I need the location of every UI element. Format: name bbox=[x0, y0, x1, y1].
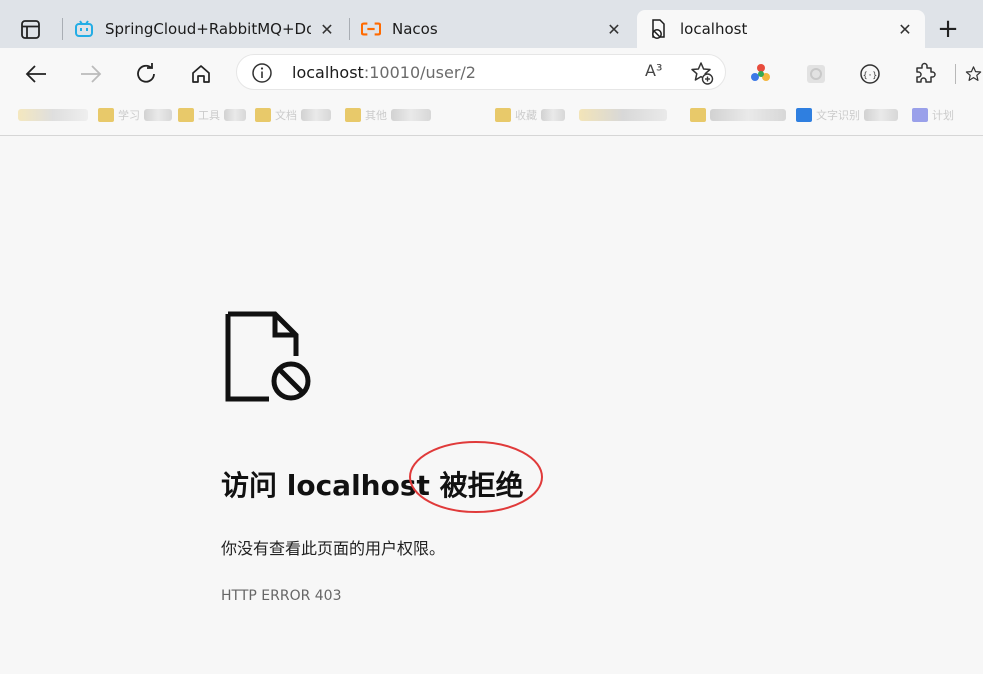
favorite-label: 计划 bbox=[932, 109, 954, 122]
close-tab-icon[interactable]: ✕ bbox=[895, 19, 915, 39]
access-denied-icon bbox=[225, 311, 311, 402]
back-button[interactable] bbox=[21, 59, 51, 89]
bilibili-icon bbox=[74, 19, 94, 39]
error-page: 访问 localhost 被拒绝 你没有查看此页面的用户权限。 HTTP ERR… bbox=[0, 137, 983, 674]
extension-colorful-button[interactable] bbox=[746, 59, 776, 89]
close-tab-icon[interactable]: ✕ bbox=[317, 19, 337, 39]
folder-icon bbox=[98, 108, 114, 122]
tab-localhost[interactable]: localhost ✕ bbox=[637, 10, 925, 48]
link-icon bbox=[912, 108, 928, 122]
tab-actions-button[interactable] bbox=[16, 15, 46, 45]
favorite-blurred-label bbox=[391, 109, 431, 121]
favorite-blurred-label bbox=[224, 109, 246, 121]
favorite-folder[interactable]: 其他 bbox=[345, 106, 431, 124]
tab-title: Nacos bbox=[392, 20, 438, 38]
extensions-button[interactable] bbox=[910, 59, 940, 89]
refresh-icon bbox=[137, 63, 155, 83]
folder-icon bbox=[495, 108, 511, 122]
folder-icon bbox=[178, 108, 194, 122]
extension-icon bbox=[751, 64, 770, 81]
folder-icon bbox=[255, 108, 271, 122]
favorite-folder[interactable]: 学习 bbox=[98, 106, 172, 124]
favorite-label: 收藏 bbox=[515, 109, 537, 122]
error-description: 你没有查看此页面的用户权限。 bbox=[221, 539, 446, 558]
favorites-star-icon bbox=[965, 66, 982, 81]
favorite-folder[interactable]: 文档 bbox=[255, 106, 331, 124]
tab-springcloud[interactable]: SpringCloud+RabbitMQ+Docke ✕ bbox=[62, 10, 347, 48]
extension-gray-icon bbox=[807, 65, 825, 83]
favorite-blurred-label bbox=[541, 109, 565, 121]
tab-nacos[interactable]: Nacos ✕ bbox=[349, 10, 634, 48]
favorite-item[interactable] bbox=[14, 106, 88, 124]
favorite-folder[interactable]: 工具 bbox=[178, 106, 246, 124]
url-path: :10010/user/2 bbox=[363, 63, 476, 82]
puzzle-icon bbox=[916, 62, 936, 83]
back-arrow-icon bbox=[25, 65, 46, 83]
url-text[interactable]: localhost:10010/user/2 bbox=[292, 63, 476, 82]
favorite-blurred-label bbox=[710, 109, 786, 121]
favorite-blurred-label bbox=[579, 109, 667, 121]
favorites-bar: 学习 工具 文档 其他 收藏 文字识别 计划 bbox=[0, 98, 983, 136]
site-info-icon[interactable] bbox=[251, 62, 273, 84]
toolbar: localhost:10010/user/2 A³ {·} bbox=[0, 48, 983, 98]
tab-title: SpringCloud+RabbitMQ+Docke bbox=[105, 20, 311, 38]
favorite-label: 其他 bbox=[365, 109, 387, 122]
favorite-blurred-label bbox=[18, 109, 88, 121]
url-host: localhost bbox=[292, 63, 364, 82]
favorite-blurred-label bbox=[301, 109, 331, 121]
blocked-page-icon bbox=[649, 19, 669, 39]
favorite-link[interactable]: 文字识别 bbox=[796, 106, 898, 124]
tab-title: localhost bbox=[680, 20, 748, 38]
folder-icon bbox=[690, 108, 706, 122]
favorite-item[interactable] bbox=[575, 106, 667, 124]
new-tab-button[interactable]: + bbox=[933, 16, 963, 46]
home-icon bbox=[192, 65, 210, 83]
toolbar-separator bbox=[955, 64, 956, 84]
svg-text:{·}: {·} bbox=[863, 71, 877, 80]
favorites-button[interactable] bbox=[964, 59, 983, 89]
json-viewer-icon: {·} bbox=[860, 64, 880, 84]
favorite-label: 文字识别 bbox=[816, 109, 860, 122]
add-favorite-icon[interactable] bbox=[689, 60, 715, 86]
close-tab-icon[interactable]: ✕ bbox=[604, 19, 624, 39]
favorite-blurred-label bbox=[144, 109, 172, 121]
extension-json-button[interactable]: {·} bbox=[855, 59, 885, 89]
favorite-folder[interactable]: 收藏 bbox=[495, 106, 565, 124]
favorite-label: 学习 bbox=[118, 109, 140, 122]
alibaba-cloud-icon bbox=[361, 19, 381, 39]
favorite-folder[interactable] bbox=[690, 106, 786, 124]
home-button[interactable] bbox=[186, 59, 216, 89]
address-bar[interactable]: localhost:10010/user/2 A³ bbox=[236, 54, 726, 90]
refresh-button[interactable] bbox=[131, 59, 161, 89]
favorite-blurred-label bbox=[864, 109, 898, 121]
error-code: HTTP ERROR 403 bbox=[221, 588, 342, 604]
favorite-link[interactable]: 计划 bbox=[912, 106, 954, 124]
tab-actions-icon bbox=[21, 20, 40, 39]
tab-strip: SpringCloud+RabbitMQ+Docke ✕ Nacos ✕ loc… bbox=[0, 0, 983, 50]
forward-button[interactable] bbox=[76, 59, 106, 89]
folder-icon bbox=[345, 108, 361, 122]
link-icon bbox=[796, 108, 812, 122]
extension-disabled-button[interactable] bbox=[801, 59, 831, 89]
annotation-circle bbox=[409, 441, 543, 513]
read-aloud-icon[interactable]: A³ bbox=[645, 61, 662, 80]
favorite-label: 文档 bbox=[275, 109, 297, 122]
favorite-label: 工具 bbox=[198, 109, 220, 122]
forward-arrow-icon bbox=[81, 65, 102, 83]
